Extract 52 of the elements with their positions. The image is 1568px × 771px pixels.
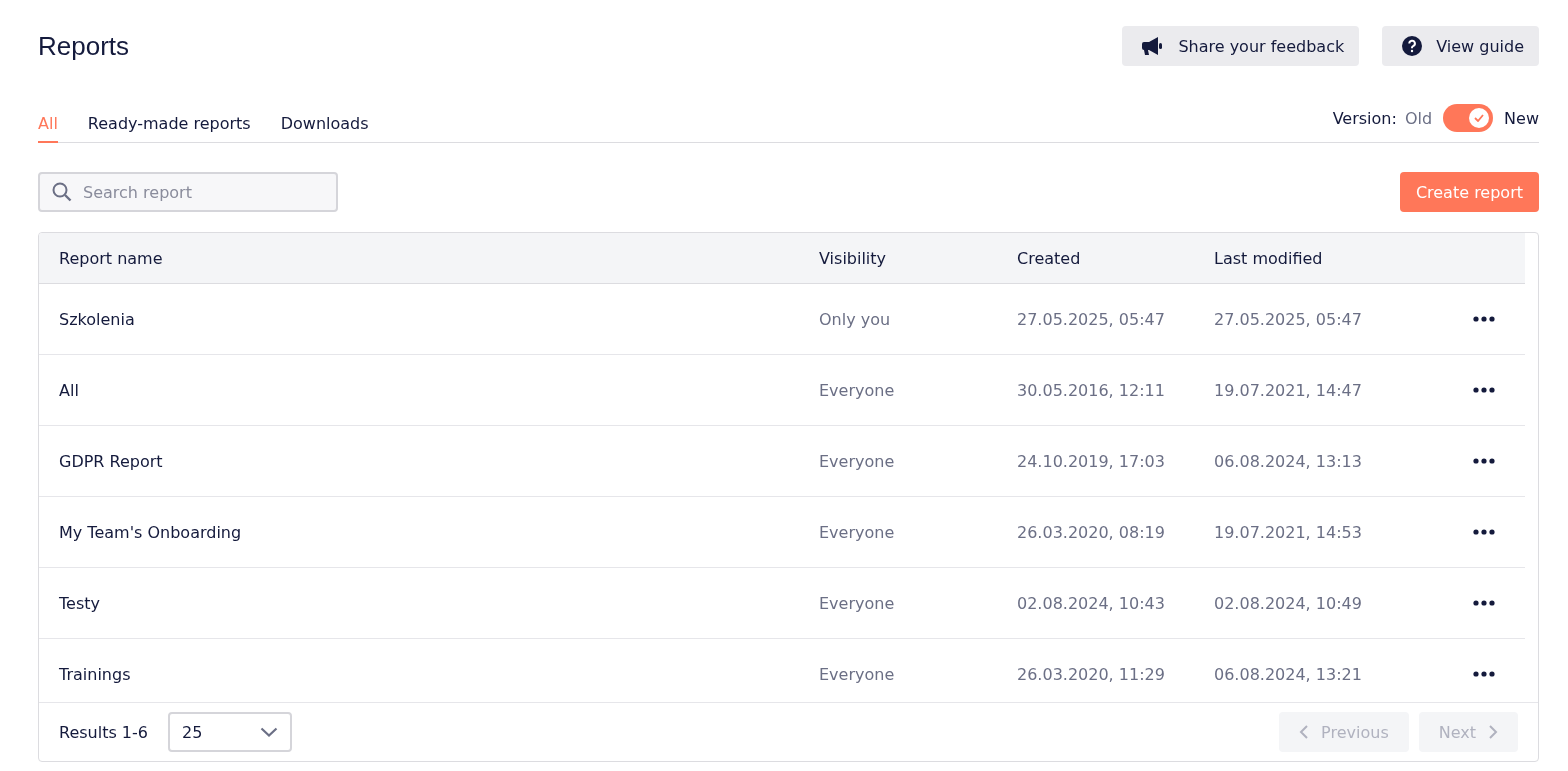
page-title: Reports bbox=[38, 30, 130, 62]
table-cell-text: 30.05.2016, 12:11 bbox=[1017, 380, 1166, 400]
table-cell-text: Everyone bbox=[819, 593, 896, 613]
table-cell-text: GDPR Report bbox=[58, 451, 164, 471]
tab[interactable]: Ready-made reports bbox=[87, 114, 251, 143]
table-cell-text: Everyone bbox=[819, 451, 896, 471]
table-cell-text: 27.05.2025, 05:47 bbox=[1214, 309, 1363, 329]
column-header: Last modified bbox=[1214, 248, 1324, 268]
search-field[interactable]: Search report bbox=[38, 172, 338, 212]
megaphone-icon bbox=[1142, 36, 1165, 56]
table-cell-text: 26.03.2020, 11:29 bbox=[1017, 664, 1166, 684]
table-cell-text: My Team's Onboarding bbox=[58, 522, 243, 542]
table-cell-text: Only you bbox=[819, 309, 892, 329]
version-toggle[interactable] bbox=[1443, 104, 1494, 132]
chevron-right-icon bbox=[1488, 724, 1498, 740]
more-icon bbox=[1473, 600, 1495, 606]
new-label: New bbox=[1504, 108, 1539, 128]
table-cell-text: 06.08.2024, 13:21 bbox=[1214, 664, 1363, 684]
table-cell-text: All bbox=[58, 380, 80, 400]
more-icon bbox=[1473, 387, 1495, 393]
version-label: Version: bbox=[1332, 108, 1397, 128]
check-icon bbox=[1474, 114, 1485, 122]
column-header: Visibility bbox=[819, 248, 888, 268]
column-header: Report name bbox=[58, 248, 164, 268]
more-icon bbox=[1473, 458, 1495, 464]
table-cell-text: 19.07.2021, 14:53 bbox=[1214, 522, 1363, 542]
chevron-left-icon bbox=[1299, 724, 1310, 740]
chevron-down-icon bbox=[260, 727, 278, 737]
table-cell-text: Trainings bbox=[58, 664, 132, 684]
more-icon bbox=[1473, 529, 1495, 535]
table-cell-text: 02.08.2024, 10:43 bbox=[1017, 593, 1166, 613]
tab[interactable]: Downloads bbox=[280, 114, 369, 143]
results-count: Results 1-6 bbox=[59, 722, 148, 742]
table-cell-text: 19.07.2021, 14:47 bbox=[1214, 380, 1363, 400]
table-cell-text: Everyone bbox=[819, 664, 896, 684]
table-cell-text: Szkolenia bbox=[58, 309, 136, 329]
help-icon bbox=[1402, 36, 1423, 56]
table-cell-text: 02.08.2024, 10:49 bbox=[1214, 593, 1363, 613]
view-guide-button[interactable]: View guide bbox=[1382, 26, 1539, 66]
table-cell-text: 06.08.2024, 13:13 bbox=[1214, 451, 1363, 471]
page-size-select[interactable]: 25 bbox=[168, 712, 292, 752]
column-header: Created bbox=[1017, 248, 1082, 268]
feedback-button[interactable]: Share your feedback bbox=[1122, 26, 1360, 66]
table-cell-text: Testy bbox=[58, 593, 101, 613]
table-cell-text: Everyone bbox=[819, 522, 896, 542]
table-cell-text: 26.03.2020, 08:19 bbox=[1017, 522, 1166, 542]
table-cell-text: Everyone bbox=[819, 380, 896, 400]
table-cell-text: 24.10.2019, 17:03 bbox=[1017, 451, 1166, 471]
more-icon bbox=[1473, 316, 1495, 322]
table-cell-text: 27.05.2025, 05:47 bbox=[1017, 309, 1166, 329]
old-label: Old bbox=[1404, 108, 1433, 128]
more-icon bbox=[1473, 671, 1495, 677]
